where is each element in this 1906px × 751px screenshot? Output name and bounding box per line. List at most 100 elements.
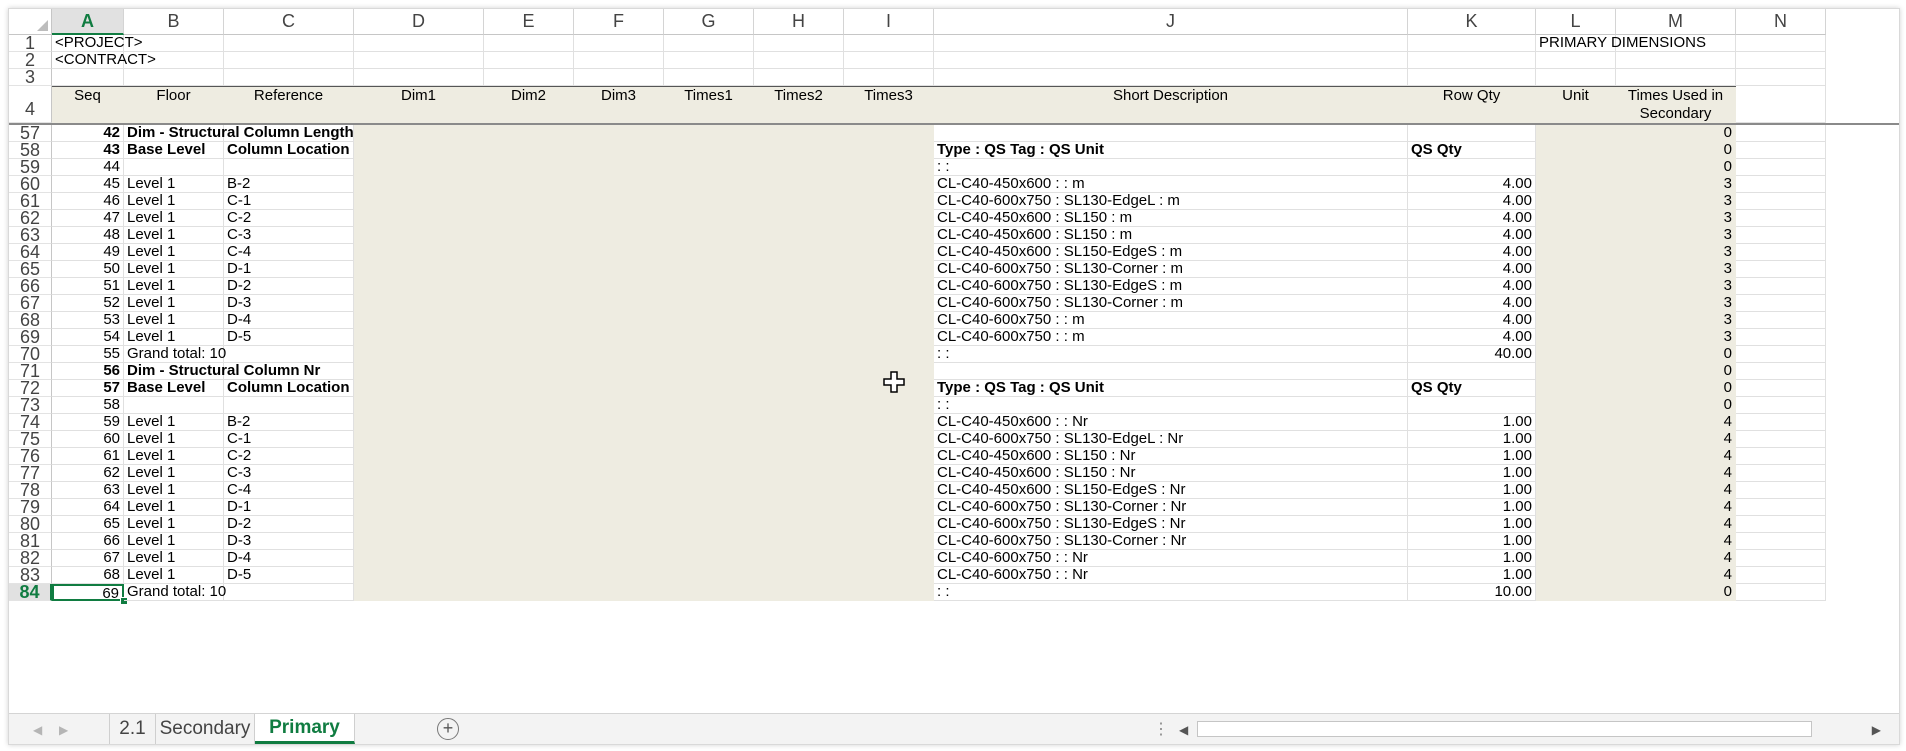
row-qty-cell[interactable]: 1.00 [1408,448,1536,465]
short-description-cell[interactable]: CL-C40-600x750 : SL130-Corner : Nr [934,499,1408,516]
seq-cell[interactable]: 54 [52,329,124,346]
grid-cell[interactable] [574,363,664,380]
reference-cell[interactable]: D-3 [224,295,354,312]
grid-cell[interactable] [664,465,754,482]
times-used-cell[interactable]: 3 [1616,261,1736,278]
reference-cell[interactable]: D-1 [224,499,354,516]
grid-cell[interactable] [1736,431,1826,448]
grid-cell[interactable] [1736,448,1826,465]
times-used-cell[interactable]: 3 [1616,295,1736,312]
grid-cell[interactable] [1736,261,1826,278]
grid-cell[interactable] [484,414,574,431]
floor-cell[interactable]: Level 1 [124,431,224,448]
grid-cell[interactable] [1736,159,1826,176]
times-used-cell[interactable]: 4 [1616,414,1736,431]
grid-cell[interactable] [224,35,354,52]
grid-cell[interactable] [754,363,844,380]
times-used-cell[interactable]: 0 [1616,397,1736,414]
grid-cell[interactable] [844,227,934,244]
grid-cell[interactable] [484,193,574,210]
grid-cell[interactable] [754,227,844,244]
times-used-cell[interactable]: 0 [1616,584,1736,601]
grid-cell[interactable] [1536,397,1616,414]
grid-cell[interactable] [1536,584,1616,601]
short-description-cell[interactable]: CL-C40-600x750 : SL130-EdgeS : m [934,278,1408,295]
seq-cell[interactable]: 69 [52,584,124,601]
row-qty-cell[interactable] [1408,397,1536,414]
grid-cell[interactable] [664,482,754,499]
grid-cell[interactable] [844,193,934,210]
grid-cell[interactable] [754,346,844,363]
seq-cell[interactable]: 60 [52,431,124,448]
grid-cell[interactable] [754,35,844,52]
grid-cell[interactable] [844,516,934,533]
grid-cell[interactable] [664,448,754,465]
grid-cell[interactable] [1536,261,1616,278]
row-qty-cell[interactable]: 4.00 [1408,176,1536,193]
vertical-dots-icon[interactable]: ⋮ [1153,719,1169,739]
grid-cell[interactable] [484,35,574,52]
column-header-e[interactable]: E [484,9,574,35]
reference-cell[interactable]: D-5 [224,567,354,584]
short-description-cell[interactable]: CL-C40-450x600 : SL150 : Nr [934,465,1408,482]
reference-cell[interactable] [224,346,354,363]
floor-cell[interactable] [124,397,224,414]
grid-cell[interactable] [354,448,484,465]
reference-cell[interactable]: B-2 [224,176,354,193]
row-qty-cell[interactable]: 4.00 [1408,227,1536,244]
grid-cell[interactable] [844,278,934,295]
grid-cell[interactable] [354,329,484,346]
grid-cell[interactable] [1536,142,1616,159]
times-used-cell[interactable]: 3 [1616,329,1736,346]
grid-cell[interactable] [574,550,664,567]
grid-cell[interactable] [1736,69,1826,86]
grid-cell[interactable] [1536,159,1616,176]
floor-cell[interactable]: Base Level [124,142,224,159]
grid-cell[interactable] [1536,210,1616,227]
seq-cell[interactable]: 61 [52,448,124,465]
short-description-cell[interactable]: CL-C40-600x750 : SL130-EdgeS : Nr [934,516,1408,533]
grid-cell[interactable] [574,414,664,431]
times-used-cell[interactable]: 0 [1616,346,1736,363]
grid-cell[interactable] [574,227,664,244]
floor-cell[interactable]: Level 1 [124,448,224,465]
grid-cell[interactable] [1536,346,1616,363]
grid-cell[interactable] [664,227,754,244]
grid-cell[interactable] [844,482,934,499]
grid-cell[interactable] [1736,414,1826,431]
grid-cell[interactable] [354,414,484,431]
reference-cell[interactable] [224,125,354,142]
floor-cell[interactable]: Grand total: 10 [124,346,226,363]
column-header-a[interactable]: A [52,9,124,35]
grid-cell[interactable] [754,176,844,193]
short-description-cell[interactable]: CL-C40-600x750 : SL130-Corner : m [934,295,1408,312]
grid-cell[interactable] [664,312,754,329]
grid-cell[interactable] [664,584,754,601]
grid-cell[interactable] [754,261,844,278]
seq-cell[interactable]: 48 [52,227,124,244]
reference-cell[interactable]: Column Location Mark [224,142,354,159]
times-used-cell[interactable]: 0 [1616,363,1736,380]
grid-cell[interactable] [484,516,574,533]
grid-cell[interactable] [1736,227,1826,244]
grid-cell[interactable] [1536,533,1616,550]
grid-cell[interactable] [354,244,484,261]
times-used-cell[interactable]: 4 [1616,448,1736,465]
grid-cell[interactable] [754,312,844,329]
sheet-tab-2-1[interactable]: 2.1 [109,714,156,744]
grid-cell[interactable] [664,69,754,86]
reference-cell[interactable]: B-2 [224,414,354,431]
grid-cell[interactable] [484,159,574,176]
grid-cell[interactable] [664,550,754,567]
grid-cell[interactable] [1536,482,1616,499]
short-description-cell[interactable]: CL-C40-450x600 : SL150 : m [934,210,1408,227]
grid-cell[interactable] [484,397,574,414]
grid-cell[interactable] [664,499,754,516]
grid-cell[interactable] [574,448,664,465]
grid-cell[interactable] [754,584,844,601]
grid-cell[interactable] [1536,227,1616,244]
column-header-d[interactable]: D [354,9,484,35]
grid-cell[interactable] [574,125,664,142]
row-qty-cell[interactable]: 1.00 [1408,465,1536,482]
grid-cell[interactable] [664,125,754,142]
